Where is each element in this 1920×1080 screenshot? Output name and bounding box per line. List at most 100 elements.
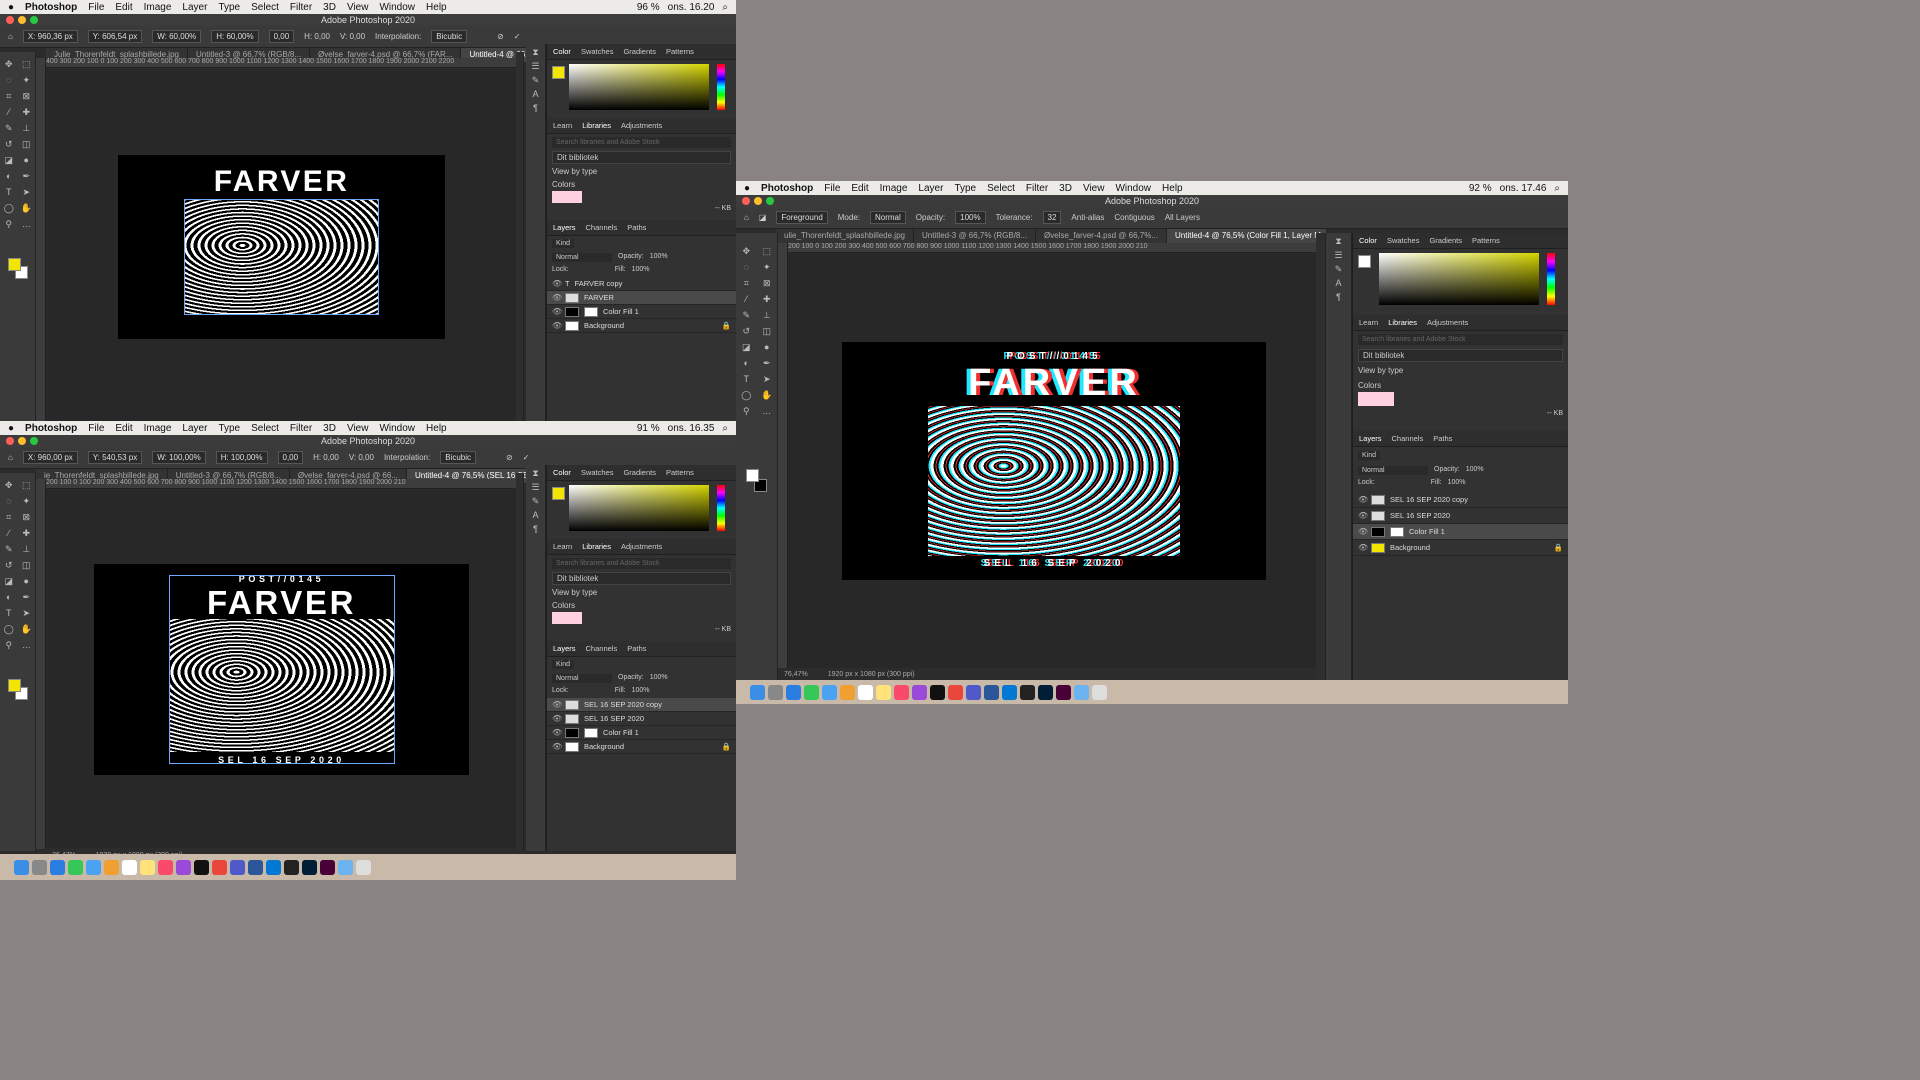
hue-slider[interactable] (717, 64, 725, 110)
layer-row[interactable]: 👁 FARVER (547, 291, 736, 305)
anti-alias-checkbox[interactable]: Anti-alias (1071, 213, 1104, 222)
outlook-icon[interactable] (1002, 684, 1017, 700)
history-icon[interactable]: ⧗ (530, 46, 542, 58)
word-icon[interactable] (984, 684, 999, 700)
history-icon[interactable]: ⧗ (530, 467, 542, 479)
app-name[interactable]: Photoshop (25, 2, 77, 13)
podcasts-icon[interactable] (912, 684, 927, 700)
tv-icon[interactable] (930, 684, 945, 700)
close-icon[interactable] (742, 197, 750, 205)
close-icon[interactable] (6, 16, 14, 24)
menu-file[interactable]: File (824, 183, 840, 194)
menu-filter[interactable]: Filter (290, 423, 312, 434)
layer-row[interactable]: 👁 Color Fill 1 (547, 726, 736, 740)
menu-layer[interactable]: Layer (918, 183, 943, 194)
chrome-icon[interactable] (212, 859, 227, 875)
scrollbar[interactable] (516, 52, 524, 421)
menu-edit[interactable]: Edit (115, 423, 132, 434)
tab-channels[interactable]: Channels (586, 223, 618, 232)
podcasts-icon[interactable] (176, 859, 191, 875)
opt-h[interactable]: H: 100,00% (215, 451, 268, 464)
eraser-icon[interactable]: ◫ (761, 325, 773, 337)
opt-angle[interactable]: 0,00 (268, 30, 295, 43)
history-brush-icon[interactable]: ↺ (3, 138, 15, 150)
eye-icon[interactable]: 👁 (552, 728, 562, 737)
dodge-icon[interactable]: ◐ (3, 170, 15, 182)
zoom-icon[interactable] (30, 16, 38, 24)
menu-image[interactable]: Image (144, 2, 172, 13)
lasso-tool-icon[interactable]: ◌ (3, 74, 15, 86)
menu-file[interactable]: File (88, 423, 104, 434)
opacity-value[interactable]: 100% (650, 674, 668, 683)
cancel-icon[interactable]: ⊘ (497, 32, 504, 41)
menu-select[interactable]: Select (987, 183, 1015, 194)
panel-fg-swatch[interactable] (1358, 255, 1371, 268)
menu-filter[interactable]: Filter (1026, 183, 1048, 194)
brush-settings-icon[interactable]: ✎ (530, 74, 542, 86)
blend-mode-select[interactable]: Normal (552, 253, 612, 262)
eyedropper-icon[interactable]: ⁄ (3, 106, 15, 118)
tab-adjustments[interactable]: Adjustments (621, 121, 662, 130)
tab-channels[interactable]: Channels (586, 644, 618, 653)
scrollbar[interactable] (516, 473, 524, 851)
move-tool-icon[interactable]: ✥ (3, 479, 15, 491)
blend-mode-select[interactable]: Normal (552, 674, 612, 683)
tab-color[interactable]: Color (553, 47, 571, 56)
scrollbar[interactable] (1316, 233, 1326, 680)
menu-select[interactable]: Select (251, 423, 279, 434)
tab-libraries[interactable]: Libraries (1388, 318, 1417, 327)
eyedropper-icon[interactable]: ⁄ (3, 527, 15, 539)
opt-angle[interactable]: 0,00 (277, 451, 304, 464)
menu-image[interactable]: Image (144, 423, 172, 434)
music-icon[interactable] (894, 684, 909, 700)
menu-window[interactable]: Window (379, 423, 415, 434)
eye-icon[interactable]: 👁 (1358, 543, 1368, 552)
tab-channels[interactable]: Channels (1392, 434, 1424, 443)
pink-color-swatch[interactable] (552, 191, 582, 203)
home-icon[interactable]: ⌂ (8, 32, 13, 41)
photos-icon[interactable] (104, 859, 119, 875)
more-tools-icon[interactable]: … (20, 218, 32, 230)
history-brush-icon[interactable]: ↺ (3, 559, 15, 571)
document-canvas[interactable]: FARVER (118, 155, 445, 339)
app-name[interactable]: Photoshop (25, 423, 77, 434)
photoshop-icon[interactable] (302, 859, 317, 875)
color-picker-field[interactable] (1379, 253, 1539, 305)
brush-settings-icon[interactable]: ✎ (1333, 263, 1345, 275)
layer-row[interactable]: 👁 Color Fill 1 (547, 305, 736, 319)
transform-box[interactable] (169, 575, 395, 764)
launchpad-icon[interactable] (768, 684, 783, 700)
character-icon[interactable]: A (1333, 277, 1345, 289)
fill-value[interactable]: 100% (632, 687, 650, 694)
opt-x[interactable]: X: 960,36 px (22, 30, 78, 43)
opt-hskew[interactable]: H: 0,00 (313, 453, 339, 462)
terminal-icon[interactable] (284, 859, 299, 875)
healing-icon[interactable]: ✚ (20, 106, 32, 118)
tv-icon[interactable] (194, 859, 209, 875)
hand-tool-icon[interactable]: ✋ (20, 202, 32, 214)
magic-wand-icon[interactable]: ✦ (761, 261, 773, 273)
hand-tool-icon[interactable]: ✋ (761, 389, 773, 401)
foreground-color-swatch[interactable] (746, 469, 759, 482)
word-icon[interactable] (248, 859, 263, 875)
menu-layer[interactable]: Layer (182, 2, 207, 13)
hand-tool-icon[interactable]: ✋ (20, 623, 32, 635)
tab-adjustments[interactable]: Adjustments (1427, 318, 1468, 327)
menu-type[interactable]: Type (218, 423, 240, 434)
eye-icon[interactable]: 👁 (1358, 527, 1368, 536)
teams-icon[interactable] (230, 859, 245, 875)
menu-edit[interactable]: Edit (115, 2, 132, 13)
safari-icon[interactable] (50, 859, 65, 875)
tab-doc-3[interactable]: Øvelse_farver-4.psd @ 66,7%... (1036, 229, 1167, 243)
tab-learn[interactable]: Learn (553, 121, 572, 130)
marquee-tool-icon[interactable]: ⬚ (761, 245, 773, 257)
magic-wand-icon[interactable]: ✦ (20, 74, 32, 86)
home-icon[interactable]: ⌂ (744, 213, 749, 222)
blur-icon[interactable]: ● (20, 575, 32, 587)
eye-icon[interactable]: 👁 (552, 742, 562, 751)
tab-paths[interactable]: Paths (627, 644, 646, 653)
view-by-type[interactable]: View by type (552, 167, 731, 176)
fill-value[interactable]: 100% (1448, 479, 1466, 486)
more-tools-icon[interactable]: … (20, 639, 32, 651)
zoom-level[interactable]: 76,47% (784, 671, 808, 678)
